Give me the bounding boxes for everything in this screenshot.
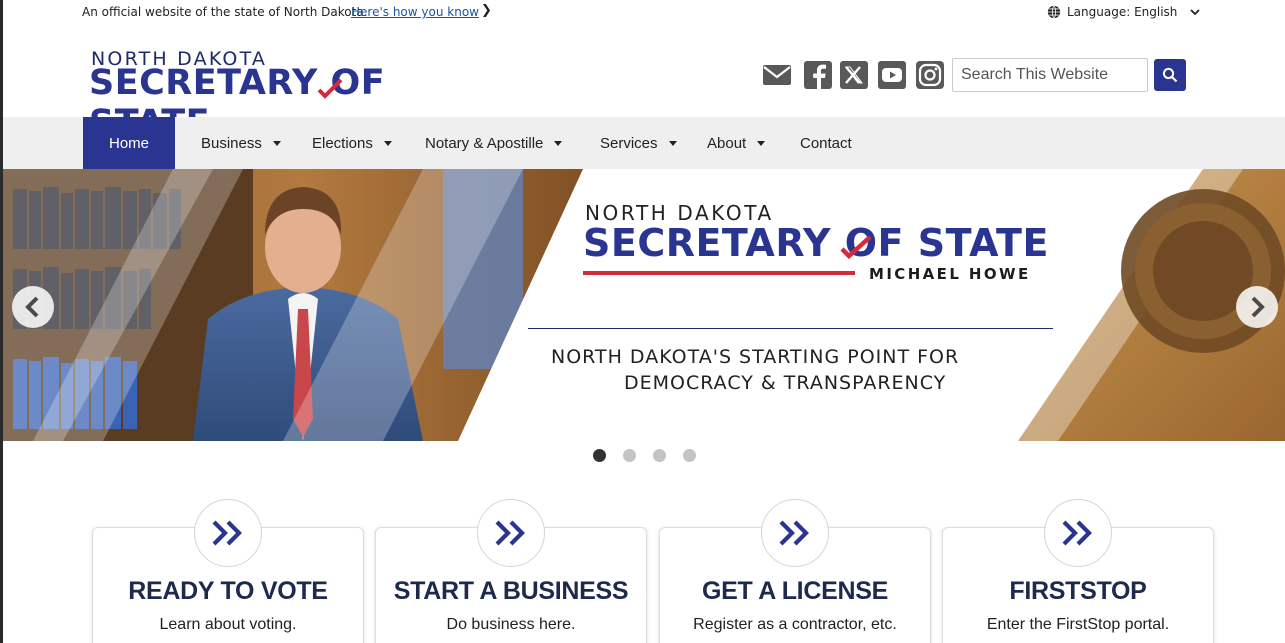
card-title: READY TO VOTE <box>128 577 328 605</box>
hero-logo-office-name: SECRETARY OF STATE <box>583 221 1049 265</box>
nav-item-services[interactable]: Services <box>600 117 677 169</box>
nav-item-label: Notary & Apostille <box>425 134 544 152</box>
instagram-icon[interactable] <box>914 61 944 89</box>
hero-carousel: NORTH DAKOTA SECRETARY OF STATE MICHAEL … <box>3 169 1285 441</box>
language-selector[interactable]: Language: English <box>1047 5 1201 19</box>
search-input[interactable] <box>953 59 1147 91</box>
carousel-next-button[interactable] <box>1236 286 1278 328</box>
site-logo[interactable]: NORTH DAKOTA SECRETARY OF STATE <box>89 48 469 143</box>
nav-item-label: Elections <box>312 134 373 152</box>
carousel-prev-button[interactable] <box>12 286 54 328</box>
nav-item-business[interactable]: Business <box>201 117 281 169</box>
card-description: Learn about voting. <box>159 616 297 633</box>
official-site-text: An official website of the state of Nort… <box>82 5 368 19</box>
hero-tagline-line-1: NORTH DAKOTA'S STARTING POINT FOR <box>551 346 960 368</box>
nav-item-label: Home <box>108 134 149 152</box>
caret-down-icon <box>272 140 281 146</box>
youtube-icon[interactable] <box>877 61 907 89</box>
facebook-icon[interactable] <box>802 61 832 89</box>
search-field[interactable] <box>952 58 1148 92</box>
double-chevron-right-icon[interactable] <box>194 499 262 567</box>
chevron-down-icon <box>1190 9 1201 16</box>
language-label: Language: English <box>1067 5 1178 19</box>
card-title: START A BUSINESS <box>393 577 629 605</box>
carousel-dot-1[interactable] <box>593 449 606 462</box>
hero-logo-checkmark <box>840 235 872 260</box>
nav-item-label: About <box>707 134 747 152</box>
nav-item-label: Business <box>201 134 262 152</box>
x-icon[interactable] <box>839 61 869 89</box>
chevron-left-icon <box>25 296 39 318</box>
card-description: Register as a contractor, etc. <box>693 616 897 633</box>
nav-item-contact[interactable]: Contact <box>800 117 852 169</box>
double-chevron-right-icon[interactable] <box>477 499 545 567</box>
chevron-right-icon[interactable]: ❯ <box>481 3 492 18</box>
card-title: FIRSTSTOP <box>1009 577 1147 605</box>
caret-down-icon <box>554 140 563 146</box>
nav-item-home[interactable]: Home <box>83 117 175 169</box>
chevron-right-icon <box>1251 296 1265 318</box>
heres-how-you-know-link[interactable]: Here's how you know <box>351 5 479 19</box>
nav-item-label: Services <box>600 134 658 152</box>
email-icon[interactable] <box>762 61 792 89</box>
logo-checkmark <box>317 78 343 99</box>
double-chevron-right-icon[interactable] <box>1044 499 1112 567</box>
caret-down-icon <box>383 140 392 146</box>
nav-item-notary-apostille[interactable]: Notary & Apostille <box>425 117 563 169</box>
card-description: Do business here. <box>446 616 576 633</box>
caret-down-icon <box>668 140 677 146</box>
search-button[interactable] <box>1154 59 1186 91</box>
nav-item-about[interactable]: About <box>707 117 766 169</box>
carousel-dot-3[interactable] <box>653 449 666 462</box>
hero-official-name: MICHAEL HOWE <box>869 265 1031 283</box>
double-chevron-right-icon[interactable] <box>761 499 829 567</box>
hero-tagline-line-2: DEMOCRACY & TRANSPARENCY <box>624 372 947 394</box>
official-site-banner: An official website of the state of Nort… <box>0 0 1285 26</box>
search-icon <box>1162 67 1178 83</box>
hero-divider <box>528 328 1053 329</box>
nav-item-label: Contact <box>800 134 852 152</box>
caret-down-icon <box>757 140 766 146</box>
nav-item-elections[interactable]: Elections <box>312 117 392 169</box>
main-navigation: Home Business Elections Notary & Apostil… <box>3 117 1285 169</box>
carousel-indicators <box>593 449 696 462</box>
card-description: Enter the FirstStop portal. <box>986 616 1170 633</box>
carousel-dot-4[interactable] <box>683 449 696 462</box>
globe-icon <box>1047 5 1061 19</box>
card-title: GET A LICENSE <box>702 577 888 605</box>
carousel-dot-2[interactable] <box>623 449 636 462</box>
